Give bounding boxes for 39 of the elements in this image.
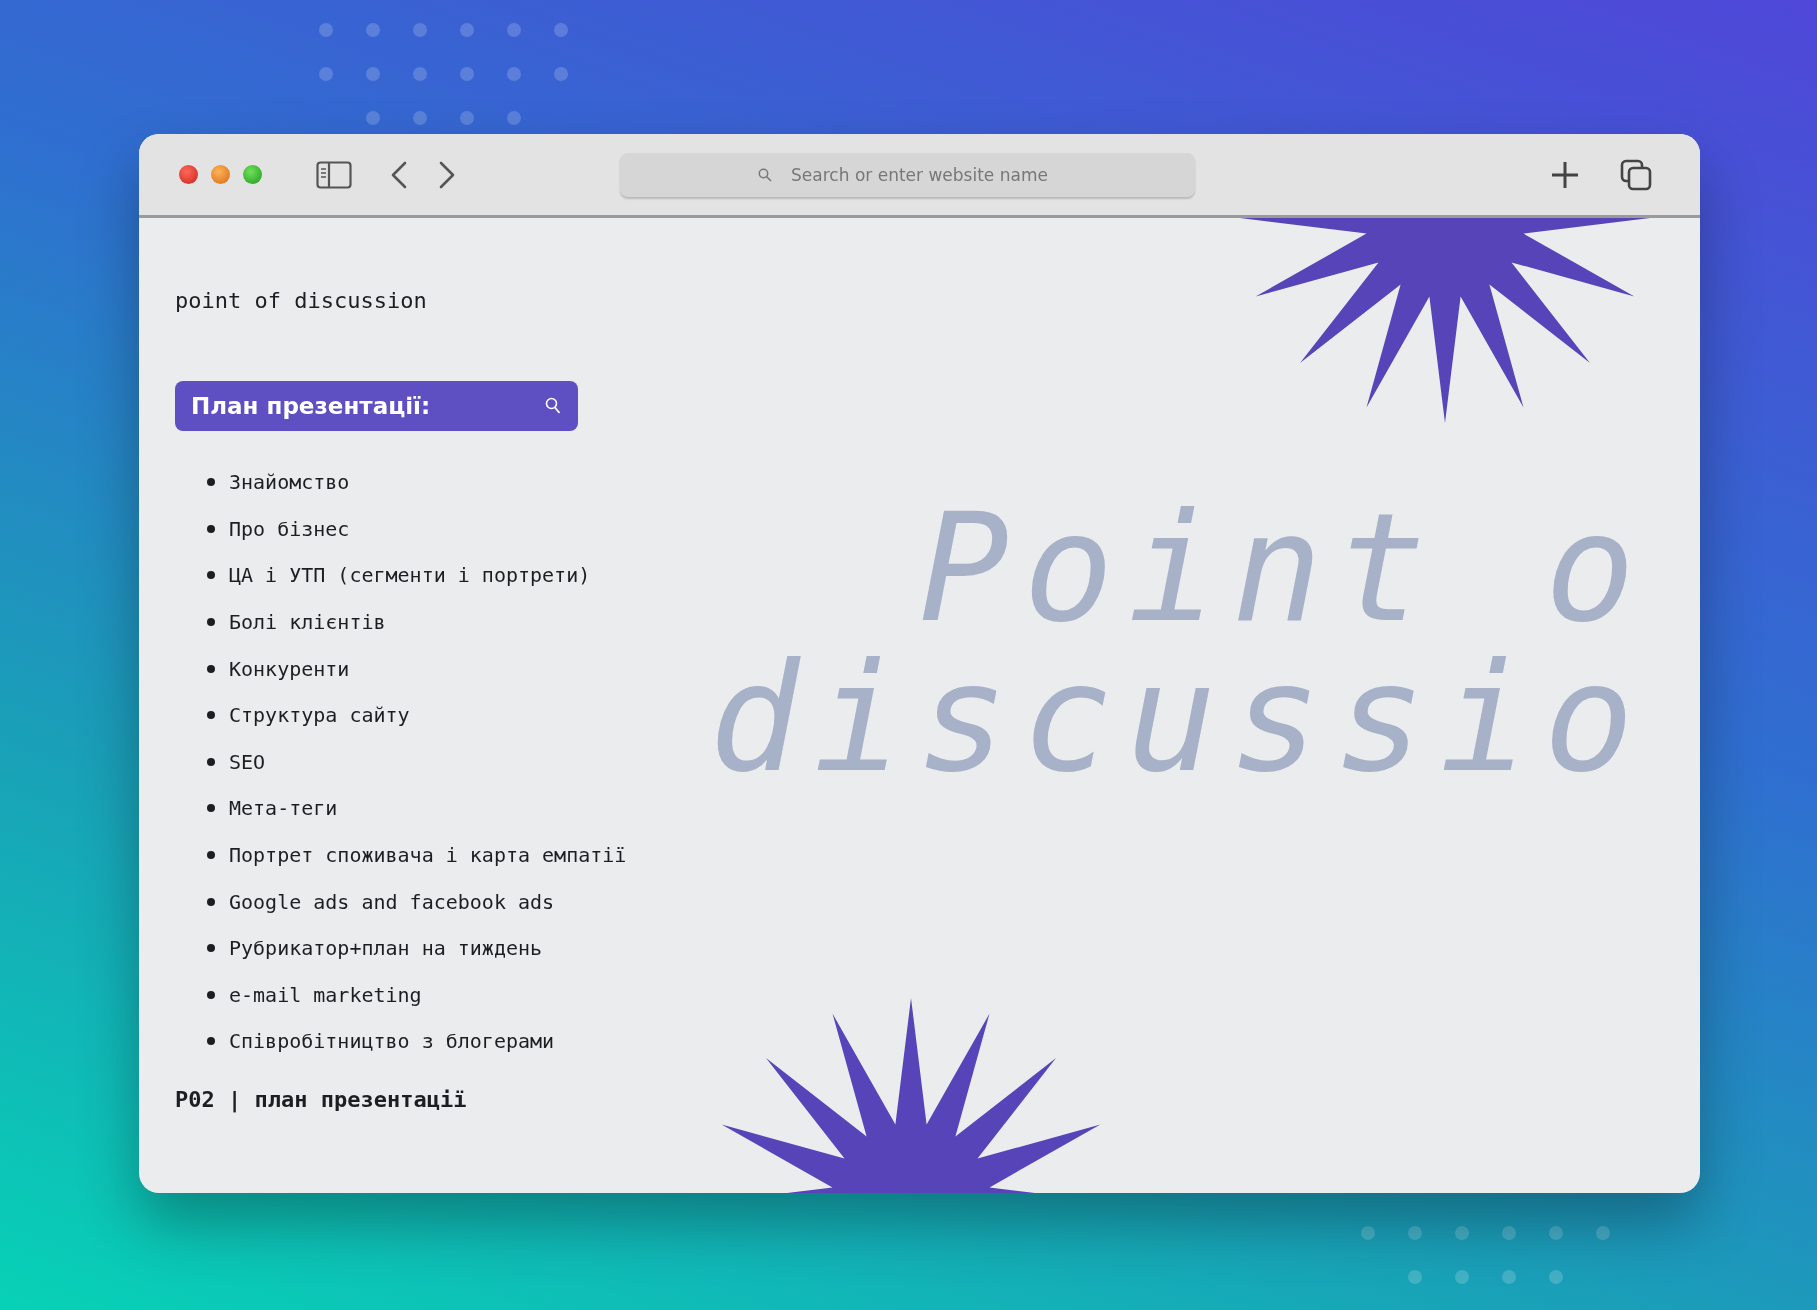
list-item: Портрет споживача і карта емпатії bbox=[229, 843, 627, 868]
list-item: Співробітництво з блогерами bbox=[229, 1029, 555, 1054]
plus-icon[interactable] bbox=[1550, 159, 1580, 190]
forward-icon[interactable] bbox=[438, 159, 456, 190]
slide-footer: P02 | план презентації bbox=[175, 1086, 1700, 1112]
bullet-icon bbox=[207, 990, 215, 999]
bullet-icon bbox=[207, 897, 215, 906]
bullet-icon bbox=[207, 757, 215, 766]
bullet-icon bbox=[207, 571, 215, 580]
list-item: Структура сайту bbox=[229, 703, 410, 728]
list-item: Болі клієнтів bbox=[229, 610, 386, 635]
list-item: Google ads and facebook ads bbox=[229, 889, 555, 914]
bullet-icon bbox=[207, 1037, 215, 1046]
list-item: Конкуренти bbox=[229, 656, 350, 681]
bullet-icon bbox=[207, 664, 215, 673]
list-item: Рубрикатор+план на тиждень bbox=[229, 936, 543, 961]
bullet-icon bbox=[207, 618, 215, 627]
list-item: Про бізнес bbox=[229, 516, 350, 541]
back-icon[interactable] bbox=[390, 159, 408, 190]
list-item: e-mail marketing bbox=[229, 982, 422, 1007]
watermark-text: Point o bbox=[919, 493, 1650, 643]
list-item: Знайомство bbox=[229, 470, 350, 495]
tabs-icon[interactable] bbox=[1620, 158, 1652, 191]
list-item: ЦА і УТП (сегменти і портрети) bbox=[229, 563, 591, 588]
bullet-icon bbox=[207, 851, 215, 860]
bullet-icon bbox=[207, 524, 215, 533]
sidebar-icon[interactable] bbox=[316, 160, 352, 189]
address-field[interactable]: Search or enter website name bbox=[620, 152, 1195, 197]
watermark-text: discussio bbox=[709, 643, 1648, 793]
search-icon bbox=[545, 397, 561, 415]
header-label: План презентації: bbox=[191, 393, 431, 419]
bullet-icon bbox=[207, 711, 215, 720]
bullet-icon bbox=[207, 478, 215, 487]
list-item: SEO bbox=[229, 749, 266, 774]
bullet-icon bbox=[207, 944, 215, 953]
list-item: Мета-теги bbox=[229, 796, 338, 821]
bullet-icon bbox=[207, 804, 215, 813]
close-button[interactable] bbox=[179, 165, 198, 184]
slide-subtitle: point of discussion bbox=[175, 288, 428, 313]
